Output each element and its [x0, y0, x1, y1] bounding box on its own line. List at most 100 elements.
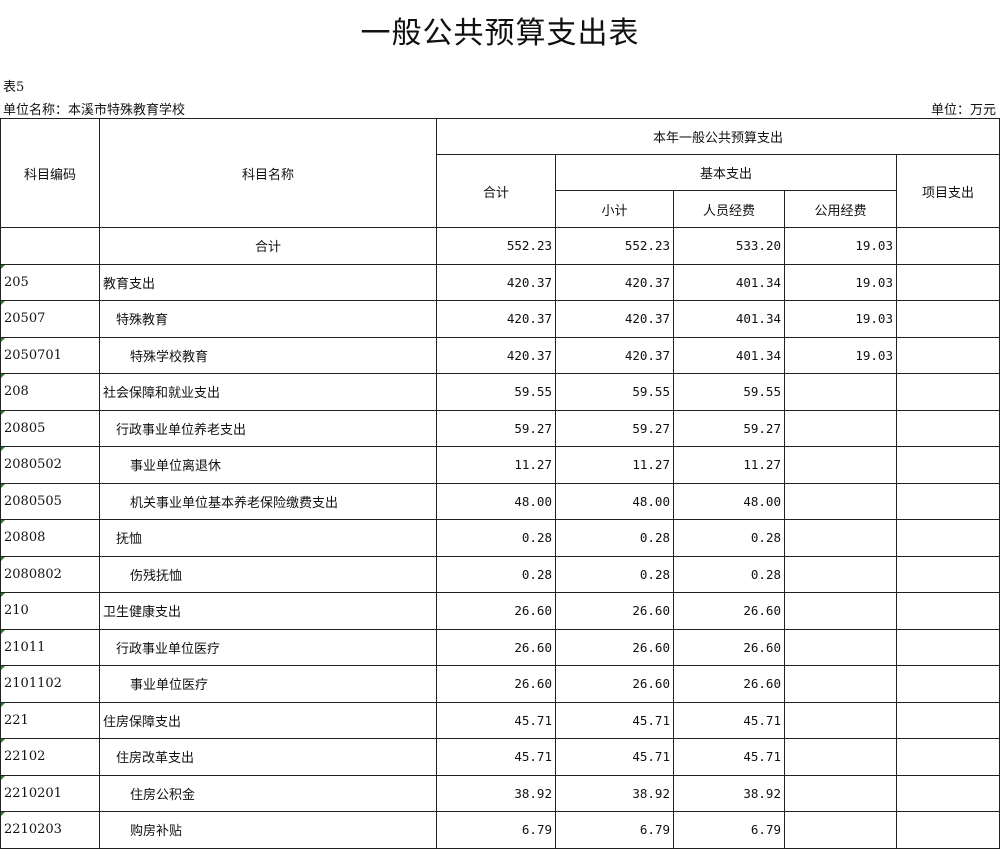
cell-total: 420.37: [436, 300, 556, 338]
cell-public: [784, 774, 897, 812]
cell-project: [895, 482, 1000, 520]
cell-code: 20805: [0, 409, 100, 447]
cell-public: 19.03: [784, 336, 897, 374]
cell-name: 特殊学校教育: [99, 336, 437, 374]
table-row: 22102 住房改革支出 45.71 45.71 45.71: [0, 738, 1000, 776]
cell-code: 208: [0, 373, 100, 411]
cell-code: 22102: [0, 738, 100, 776]
cell-project: [895, 409, 1000, 447]
cell-personnel: 26.60: [673, 665, 785, 703]
header-name: 科目名称: [99, 118, 437, 228]
cell-personnel: 533.20: [673, 227, 785, 265]
header-subtotal: 小计: [555, 190, 674, 228]
cell-project: [895, 373, 1000, 411]
table-row: 2210201 住房公积金 38.92 38.92 38.92: [0, 774, 1000, 812]
cell-project: [895, 592, 1000, 630]
cell-project: [895, 774, 1000, 812]
unit-name: 单位名称：本溪市特殊教育学校: [3, 103, 186, 118]
cell-project: [895, 446, 1000, 484]
table-row: 20507 特殊教育 420.37 420.37 401.34 19.03: [0, 300, 1000, 338]
cell-public: [784, 519, 897, 557]
cell-code: 2080802: [0, 555, 100, 593]
cell-personnel: 38.92: [673, 774, 785, 812]
cell-subtotal: 26.60: [555, 592, 674, 630]
header-public: 公用经费: [784, 190, 897, 228]
cell-project: [895, 628, 1000, 666]
cell-public: [784, 482, 897, 520]
cell-personnel: 26.60: [673, 592, 785, 630]
cell-code: 2050701: [0, 336, 100, 374]
cell-project: [895, 519, 1000, 557]
table-row: 2080502 事业单位离退休 11.27 11.27 11.27: [0, 446, 1000, 484]
cell-subtotal: 59.55: [555, 373, 674, 411]
cell-personnel: 401.34: [673, 263, 785, 301]
cell-project: [895, 263, 1000, 301]
cell-total: 11.27: [436, 446, 556, 484]
cell-subtotal: 420.37: [555, 300, 674, 338]
unit-label: 单位：万元: [930, 103, 996, 118]
cell-total: 6.79: [436, 811, 556, 849]
cell-total: 420.37: [436, 263, 556, 301]
cell-total: 420.37: [436, 336, 556, 374]
table-row: 208 社会保障和就业支出 59.55 59.55 59.55: [0, 373, 1000, 411]
cell-public: [784, 628, 897, 666]
cell-name: 合计: [99, 227, 437, 265]
cell-personnel: 0.28: [673, 519, 785, 557]
cell-project: [895, 665, 1000, 703]
cell-name: 特殊教育: [99, 300, 437, 338]
cell-public: [784, 665, 897, 703]
table-row: 221 住房保障支出 45.71 45.71 45.71: [0, 701, 1000, 739]
table-row: 2210203 购房补贴 6.79 6.79 6.79: [0, 811, 1000, 849]
cell-public: [784, 592, 897, 630]
cell-public: 19.03: [784, 300, 897, 338]
cell-total: 38.92: [436, 774, 556, 812]
header-group: 本年一般公共预算支出: [435, 118, 1000, 155]
table-number: 表5: [3, 80, 25, 95]
table-row: 合计 552.23 552.23 533.20 19.03: [0, 227, 1000, 265]
cell-subtotal: 0.28: [555, 519, 674, 557]
cell-subtotal: 6.79: [555, 811, 674, 849]
cell-public: [784, 811, 897, 849]
table-row: 210 卫生健康支出 26.60 26.60 26.60: [0, 592, 1000, 630]
cell-project: [895, 555, 1000, 593]
cell-public: [784, 373, 897, 411]
cell-public: [784, 409, 897, 447]
cell-total: 48.00: [436, 482, 556, 520]
budget-table: 科目编码 科目名称 本年一般公共预算支出 合计 基本支出 项目支出 小计 人员经…: [0, 118, 1000, 849]
cell-total: 0.28: [436, 519, 556, 557]
cell-subtotal: 38.92: [555, 774, 674, 812]
table-body: 合计 552.23 552.23 533.20 19.03 205 教育支出 420.37 42…: [0, 227, 1000, 849]
cell-name: 事业单位离退休: [99, 446, 437, 484]
cell-personnel: 11.27: [673, 446, 785, 484]
cell-name: 机关事业单位基本养老保险缴费支出: [99, 482, 437, 520]
cell-total: 45.71: [436, 701, 556, 739]
cell-code: 21011: [0, 628, 100, 666]
cell-total: 26.60: [436, 628, 556, 666]
cell-name: 事业单位医疗: [99, 665, 437, 703]
cell-project: [895, 227, 1000, 265]
cell-subtotal: 420.37: [555, 263, 674, 301]
cell-code: 2210203: [0, 811, 100, 849]
cell-public: [784, 738, 897, 776]
header-total: 合计: [436, 154, 556, 228]
table-row: 21011 行政事业单位医疗 26.60 26.60 26.60: [0, 628, 1000, 666]
table-row: 2080505 机关事业单位基本养老保险缴费支出 48.00 48.00 48.00: [0, 482, 1000, 520]
cell-code: 221: [0, 701, 100, 739]
cell-personnel: 48.00: [673, 482, 785, 520]
cell-project: [895, 811, 1000, 849]
cell-name: 抚恤: [99, 519, 437, 557]
cell-total: 0.28: [436, 555, 556, 593]
cell-personnel: 59.55: [673, 373, 785, 411]
cell-project: [895, 738, 1000, 776]
cell-total: 45.71: [436, 738, 556, 776]
cell-name: 行政事业单位医疗: [99, 628, 437, 666]
cell-public: [784, 701, 897, 739]
cell-total: 552.23: [436, 227, 556, 265]
cell-name: 行政事业单位养老支出: [99, 409, 437, 447]
table-row: 2050701 特殊学校教育 420.37 420.37 401.34 19.03: [0, 336, 1000, 374]
cell-subtotal: 59.27: [555, 409, 674, 447]
header-personnel: 人员经费: [673, 190, 785, 228]
header-code: 科目编码: [0, 118, 100, 228]
cell-subtotal: 48.00: [555, 482, 674, 520]
cell-code: 210: [0, 592, 100, 630]
